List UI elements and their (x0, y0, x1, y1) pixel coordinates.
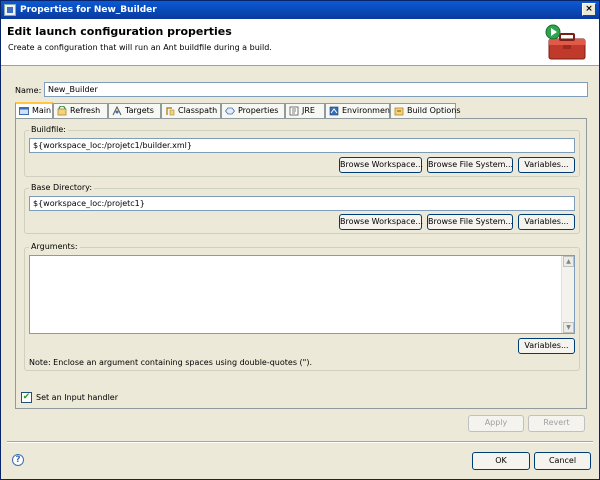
tab-environment[interactable]: Environment (325, 103, 394, 118)
close-button[interactable]: × (582, 3, 596, 16)
arguments-variables-button[interactable]: Variables... (518, 338, 575, 354)
apply-button[interactable]: Apply (468, 415, 524, 432)
input-handler-checkbox[interactable]: ✔ (21, 392, 32, 403)
arguments-textarea[interactable]: ▲ ▼ (29, 255, 575, 334)
base-directory-field[interactable]: ${workspace_loc:/projetc1} (29, 196, 575, 211)
tab-properties[interactable]: Properties (221, 103, 285, 118)
tab-label: Properties (238, 106, 279, 115)
scroll-down-icon[interactable]: ▼ (563, 322, 574, 333)
arguments-group: Arguments: ▲ ▼ Variables... Note: Enclos… (24, 242, 580, 371)
name-field[interactable]: New_Builder (44, 82, 588, 97)
tab-label: Targets (125, 106, 154, 115)
classpath-icon (166, 107, 175, 116)
help-icon[interactable]: ? (12, 454, 24, 466)
base-directory-variables-button[interactable]: Variables... (518, 214, 575, 230)
buildfile-group: Buildfile: ${workspace_loc:/projetc1/bui… (24, 125, 580, 177)
buildfile-label: Buildfile: (29, 125, 68, 134)
footer-separator (7, 441, 593, 443)
tab-main[interactable]: Main (15, 102, 53, 119)
targets-icon (112, 106, 122, 116)
tab-jre[interactable]: JRE (285, 103, 325, 118)
name-label: Name: (15, 86, 42, 95)
tab-label: Classpath (178, 106, 218, 115)
header-title: Edit launch configuration properties (7, 25, 232, 38)
tab-classpath[interactable]: Classpath (161, 103, 221, 118)
main-icon (19, 107, 29, 115)
window-title: Properties for New_Builder (20, 5, 157, 15)
tab-targets[interactable]: Targets (108, 103, 161, 118)
tab-label: JRE (302, 106, 315, 115)
arguments-note: Note: Enclose an argument containing spa… (29, 358, 312, 367)
properties-icon (225, 107, 235, 115)
environment-icon (329, 106, 339, 116)
arguments-scrollbar[interactable]: ▲ ▼ (561, 256, 574, 333)
input-handler-label: Set an Input handler (36, 393, 119, 402)
tab-label: Build Options (407, 106, 461, 115)
refresh-icon (57, 106, 67, 116)
base-directory-group: Base Directory: ${workspace_loc:/projetc… (24, 183, 580, 234)
tab-build-options[interactable]: Build Options (390, 103, 461, 118)
arguments-label: Arguments: (29, 242, 80, 251)
ant-toolbox-icon (545, 24, 586, 60)
buildfile-variables-button[interactable]: Variables... (518, 157, 575, 173)
tab-refresh[interactable]: Refresh (53, 103, 108, 118)
window-icon (4, 4, 16, 16)
ok-button[interactable]: OK (472, 452, 530, 470)
tab-label: Refresh (70, 106, 101, 115)
base-directory-browse-workspace-button[interactable]: Browse Workspace... (339, 214, 423, 230)
title-bar: Properties for New_Builder × (1, 1, 599, 19)
cancel-button[interactable]: Cancel (534, 452, 591, 470)
tab-label: Environment (342, 106, 394, 115)
base-directory-browse-filesystem-button[interactable]: Browse File System... (427, 214, 513, 230)
properties-dialog: Properties for New_Builder × Edit launch… (0, 0, 600, 480)
revert-button[interactable]: Revert (528, 415, 585, 432)
scroll-up-icon[interactable]: ▲ (563, 256, 574, 267)
base-directory-label: Base Directory: (29, 183, 95, 192)
build-options-icon (394, 107, 404, 116)
buildfile-field[interactable]: ${workspace_loc:/projetc1/builder.xml} (29, 138, 575, 153)
header-description: Create a configuration that will run an … (8, 43, 272, 52)
buildfile-browse-workspace-button[interactable]: Browse Workspace... (339, 157, 423, 173)
main-tab-panel: Buildfile: ${workspace_loc:/projetc1/bui… (15, 118, 587, 409)
buildfile-browse-filesystem-button[interactable]: Browse File System... (427, 157, 513, 173)
jre-icon (289, 106, 299, 116)
dialog-header: Edit launch configuration properties Cre… (1, 19, 599, 66)
tab-label: Main (32, 106, 52, 115)
